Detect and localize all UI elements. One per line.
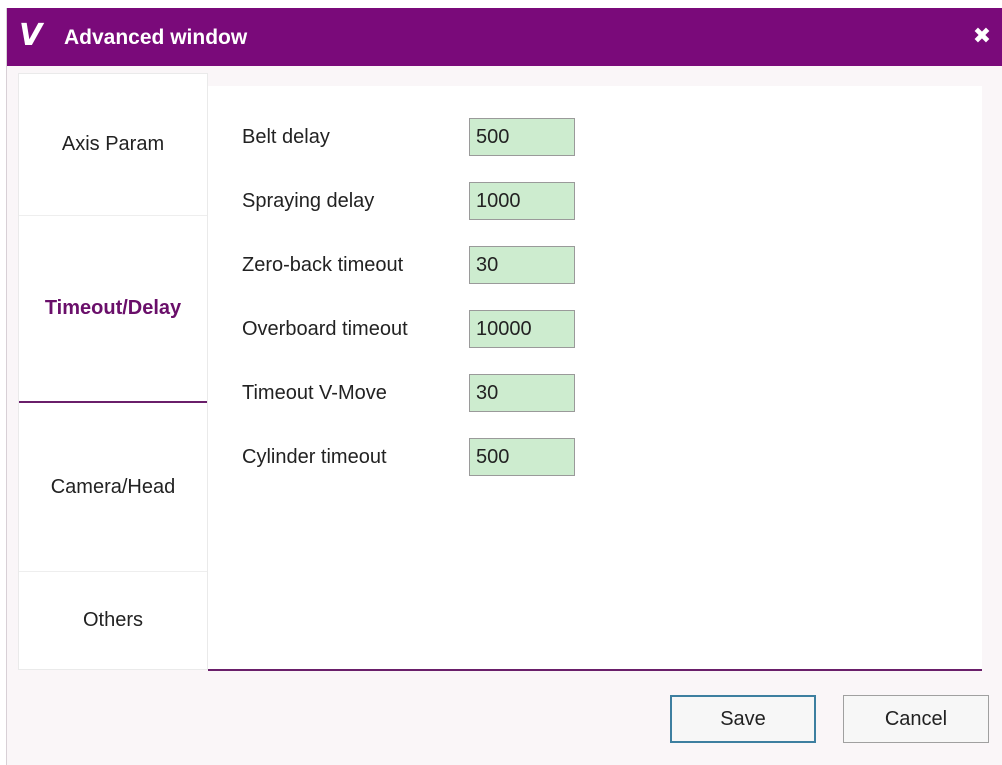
cylinder-timeout-label: Cylinder timeout: [242, 446, 387, 468]
tab-timeout-delay[interactable]: Timeout/Delay: [19, 216, 207, 403]
spraying-delay-field[interactable]: [469, 182, 575, 220]
window-title: Advanced window: [64, 26, 248, 49]
tab-camera-head[interactable]: Camera/Head: [19, 404, 207, 572]
settings-sidebar: Axis Param Timeout/Delay Camera/Head Oth…: [18, 73, 208, 670]
v-logo-icon: V: [19, 18, 43, 53]
timeout-v-move-label: Timeout V-Move: [242, 382, 387, 404]
belt-delay-field[interactable]: [469, 118, 575, 156]
panel-divider: [208, 669, 982, 671]
belt-delay-label: Belt delay: [242, 126, 330, 148]
cancel-button[interactable]: Cancel: [843, 695, 989, 743]
zero-back-timeout-field[interactable]: [469, 246, 575, 284]
timeout-v-move-field[interactable]: [469, 374, 575, 412]
cylinder-timeout-field[interactable]: [469, 438, 575, 476]
zero-back-timeout-label: Zero-back timeout: [242, 254, 404, 276]
title-bar[interactable]: V Advanced window ✖: [7, 8, 1002, 66]
tab-others[interactable]: Others: [19, 572, 207, 669]
overboard-timeout-field[interactable]: [469, 310, 575, 348]
overboard-timeout-label: Overboard timeout: [242, 318, 408, 340]
tab-axis-param[interactable]: Axis Param: [19, 74, 207, 216]
spraying-delay-label: Spraying delay: [242, 190, 375, 212]
close-icon[interactable]: ✖: [967, 22, 997, 52]
save-button[interactable]: Save: [670, 695, 816, 743]
